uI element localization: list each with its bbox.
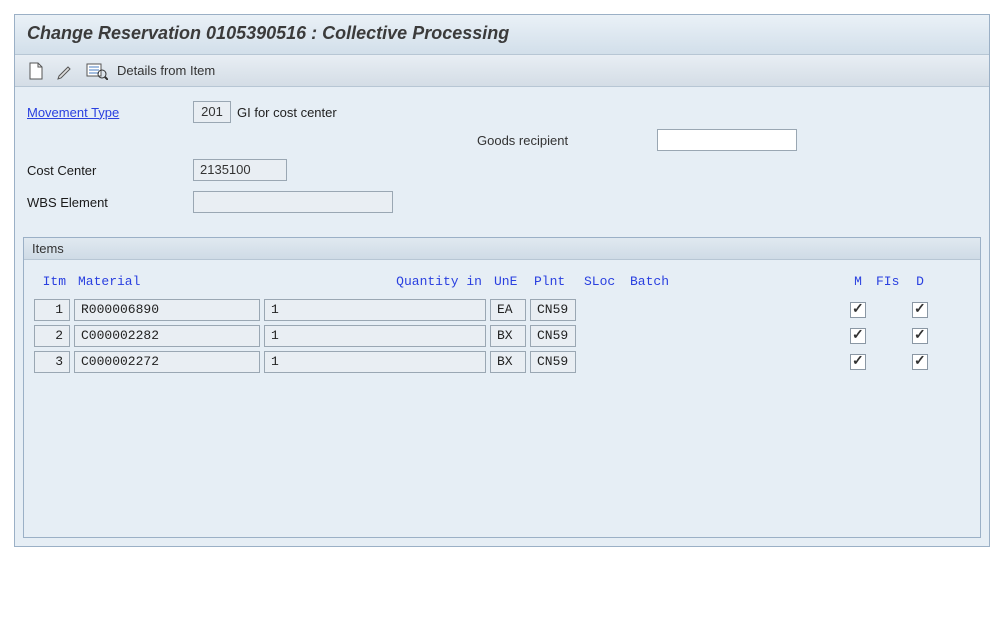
col-plnt: Plnt <box>530 272 576 291</box>
cell-plnt[interactable]: CN59 <box>530 299 576 321</box>
col-itm: Itm <box>34 272 70 291</box>
checkbox-d-wrap <box>910 354 930 370</box>
movement-type-label[interactable]: Movement Type <box>27 105 193 120</box>
checkbox-m-wrap <box>848 354 868 370</box>
details-from-item-button[interactable]: Details from Item <box>117 63 215 78</box>
cell-quantity[interactable]: 1 <box>264 325 486 347</box>
details-icon[interactable] <box>85 60 109 82</box>
checkbox-m-wrap <box>848 302 868 318</box>
cell-une[interactable]: EA <box>490 299 526 321</box>
cell-itm: 2 <box>34 325 70 347</box>
cost-center-field[interactable]: 2135100 <box>193 159 287 181</box>
edit-pencil-icon[interactable] <box>55 60 77 82</box>
table-row: 2C0000022821BXCN59 <box>30 325 974 351</box>
items-column-headings: Itm Material Quantity in UnE Plnt SLoc B… <box>30 266 974 299</box>
items-panel-title: Items <box>24 238 980 260</box>
goods-recipient-label: Goods recipient <box>477 133 657 148</box>
cell-quantity[interactable]: 1 <box>264 299 486 321</box>
col-quantity: Quantity in <box>264 272 486 291</box>
movement-type-text: GI for cost center <box>237 105 337 120</box>
toolbar: Details from Item <box>15 55 989 87</box>
col-m: M <box>848 272 868 291</box>
cell-plnt[interactable]: CN59 <box>530 351 576 373</box>
checkbox-d[interactable] <box>912 354 928 370</box>
table-row: 1R0000068901EACN59 <box>30 299 974 325</box>
cost-center-label: Cost Center <box>27 163 193 178</box>
checkbox-m-wrap <box>848 328 868 344</box>
items-panel: Items Itm Material Quantity in UnE Plnt … <box>23 237 981 538</box>
col-material: Material <box>74 272 260 291</box>
cell-une[interactable]: BX <box>490 325 526 347</box>
cell-material[interactable]: C000002282 <box>74 325 260 347</box>
table-row: 3C0000022721BXCN59 <box>30 351 974 377</box>
cell-une[interactable]: BX <box>490 351 526 373</box>
cell-material[interactable]: R000006890 <box>74 299 260 321</box>
reservation-window: Change Reservation 0105390516 : Collecti… <box>14 14 990 547</box>
col-fis: FIs <box>872 272 906 291</box>
cell-itm: 1 <box>34 299 70 321</box>
goods-recipient-field[interactable] <box>657 129 797 151</box>
title-bar: Change Reservation 0105390516 : Collecti… <box>15 15 989 55</box>
page-title: Change Reservation 0105390516 : Collecti… <box>27 23 509 43</box>
checkbox-m[interactable] <box>850 354 866 370</box>
col-sloc: SLoc <box>580 272 622 291</box>
cell-material[interactable]: C000002272 <box>74 351 260 373</box>
cell-quantity[interactable]: 1 <box>264 351 486 373</box>
movement-type-code-field[interactable]: 201 <box>193 101 231 123</box>
cell-itm: 3 <box>34 351 70 373</box>
checkbox-d-wrap <box>910 302 930 318</box>
wbs-element-label: WBS Element <box>27 195 193 210</box>
wbs-element-field[interactable] <box>193 191 393 213</box>
col-d: D <box>910 272 930 291</box>
checkbox-d[interactable] <box>912 302 928 318</box>
checkbox-d[interactable] <box>912 328 928 344</box>
header-area: Movement Type 201 GI for cost center Goo… <box>15 87 989 229</box>
checkbox-m[interactable] <box>850 302 866 318</box>
col-batch: Batch <box>626 272 844 291</box>
items-body: Itm Material Quantity in UnE Plnt SLoc B… <box>24 260 980 537</box>
new-document-icon[interactable] <box>25 60 47 82</box>
cell-plnt[interactable]: CN59 <box>530 325 576 347</box>
col-une: UnE <box>490 272 526 291</box>
checkbox-m[interactable] <box>850 328 866 344</box>
checkbox-d-wrap <box>910 328 930 344</box>
